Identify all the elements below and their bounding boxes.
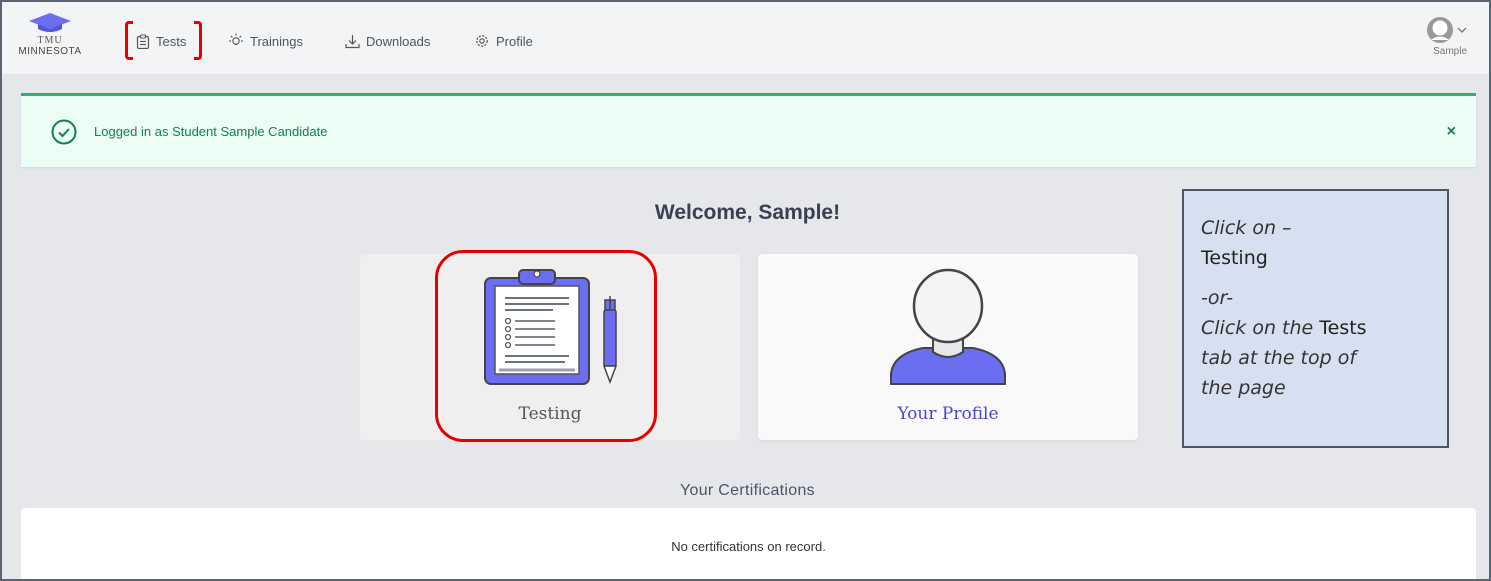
gear-icon <box>476 35 488 47</box>
callout-line-2: Testing <box>1201 247 1268 269</box>
nav-tab-profile-label: Profile <box>496 33 533 49</box>
brand-state: MINNESOTA <box>18 46 82 57</box>
nav-tab-trainings-label: Trainings <box>250 33 303 49</box>
app-frame: TMU MINNESOTA Tests Trainings Downloads … <box>0 0 1491 581</box>
certifications-panel: No certifications on record. <box>21 508 1476 579</box>
nav-tab-tests-label: Tests <box>156 33 187 49</box>
instruction-callout: Click on – Testing -or- Click on the Tes… <box>1182 189 1449 448</box>
testing-illustration <box>360 266 740 388</box>
check-circle-icon <box>51 119 77 144</box>
callout-line-4: Click on the Tests <box>1201 313 1431 343</box>
avatar-icon <box>1427 17 1453 43</box>
person-icon <box>890 268 1006 385</box>
tests-tab-highlight-right <box>194 21 202 60</box>
nav-tab-trainings[interactable]: Trainings <box>228 32 303 50</box>
clipboard-icon <box>136 33 150 49</box>
nav-tab-profile[interactable]: Profile <box>474 32 533 50</box>
testing-card[interactable]: Testing <box>360 254 740 440</box>
certifications-empty-message: No certifications on record. <box>671 539 826 554</box>
callout-line-5: tab at the top of <box>1201 347 1357 369</box>
callout-line-3: -or- <box>1201 287 1234 309</box>
callout-line-1: Click on – <box>1201 217 1292 239</box>
profile-illustration <box>758 266 1138 388</box>
brand-name: TMU <box>37 35 63 46</box>
callout-line-6: the page <box>1201 377 1286 399</box>
callout-line-4a: Click on the <box>1201 317 1320 339</box>
clipboard-pen-icon <box>484 269 618 385</box>
nav-tab-downloads-label: Downloads <box>366 33 431 49</box>
nav-tab-downloads[interactable]: Downloads <box>345 32 430 50</box>
brand-logo[interactable]: TMU MINNESOTA <box>10 12 90 68</box>
callout-line-4b: Tests <box>1319 317 1367 339</box>
graduation-cap-icon <box>29 13 71 32</box>
login-success-alert: Logged in as Student Sample Candidate × <box>21 93 1476 167</box>
user-menu[interactable]: Sample <box>1419 16 1467 68</box>
your-profile-card[interactable]: Your Profile <box>758 254 1138 440</box>
certifications-heading: Your Certifications <box>680 482 815 499</box>
tests-tab-highlight-left <box>125 21 133 60</box>
testing-card-label: Testing <box>518 404 582 424</box>
top-navigation-bar: TMU MINNESOTA Tests Trainings Downloads … <box>2 2 1489 75</box>
nav-tab-tests[interactable]: Tests <box>136 32 186 50</box>
alert-message: Logged in as Student Sample Candidate <box>94 124 328 139</box>
download-icon <box>345 34 360 48</box>
lightbulb-icon <box>229 33 243 46</box>
close-alert-button[interactable]: × <box>1447 124 1456 140</box>
your-profile-card-label: Your Profile <box>897 404 999 424</box>
user-name: Sample <box>1433 46 1467 57</box>
chevron-down-icon <box>1457 27 1467 33</box>
